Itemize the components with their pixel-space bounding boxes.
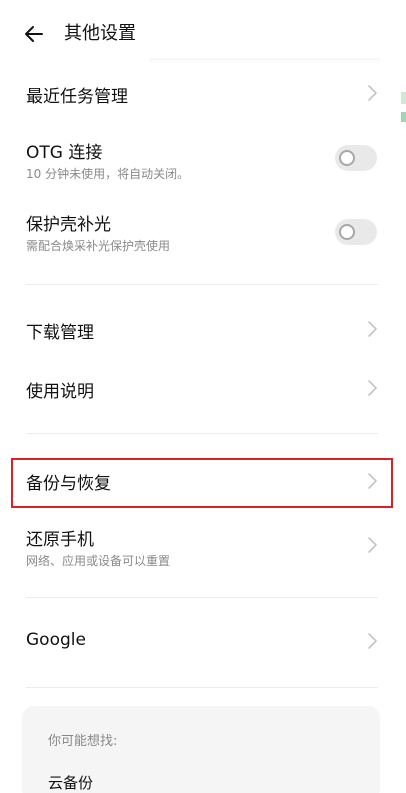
other-settings-screen: 其他设置 最近任务管理 OTG 连接 10 分钟未使用，将自动关闭。 保护壳补光… [0,0,406,793]
chevron-right-icon [368,85,377,101]
toggle-knob [339,224,355,240]
google-row[interactable]: Google [0,618,406,666]
highlight-box [11,458,393,508]
header: 其他设置 [0,0,406,68]
otg-label: OTG 连接 [26,143,103,163]
reset-phone-label: 还原手机 [26,530,94,550]
chevron-right-icon [368,321,377,337]
divider [26,687,378,688]
suggestion-item-cloud-backup[interactable]: 云备份 [48,772,93,793]
chevron-right-icon [368,380,377,396]
divider [26,597,378,598]
recent-tasks-label: 最近任务管理 [26,87,128,107]
back-arrow-icon[interactable] [22,22,46,46]
case-fill-light-row[interactable]: 保护壳补光 需配合焕采补光保护壳使用 [0,200,406,260]
user-guide-row[interactable]: 使用说明 [0,365,406,413]
case-fill-light-toggle[interactable] [335,219,377,245]
toggle-knob [339,150,355,166]
case-fill-light-label: 保护壳补光 [26,215,111,235]
user-guide-label: 使用说明 [26,382,94,402]
divider [26,433,378,434]
download-management-label: 下载管理 [26,323,94,343]
suggestions-heading: 你可能想找: [48,734,118,749]
otg-toggle[interactable] [335,145,377,171]
otg-subtitle: 10 分钟未使用，将自动关闭。 [26,167,190,181]
google-label: Google [26,630,86,650]
reset-phone-subtitle: 网络、应用或设备可以重置 [26,554,171,568]
recent-tasks-row[interactable]: 最近任务管理 [0,70,406,118]
otg-row[interactable]: OTG 连接 10 分钟未使用，将自动关闭。 [0,128,406,188]
page-title: 其他设置 [64,23,136,44]
case-fill-light-subtitle: 需配合焕采补光保护壳使用 [26,239,171,253]
divider [26,284,378,285]
suggestions-card: 你可能想找: 云备份 [22,706,380,793]
chevron-right-icon [368,633,377,649]
download-management-row[interactable]: 下载管理 [0,306,406,354]
reset-phone-row[interactable]: 还原手机 网络、应用或设备可以重置 [0,516,406,576]
chevron-right-icon [368,537,377,553]
